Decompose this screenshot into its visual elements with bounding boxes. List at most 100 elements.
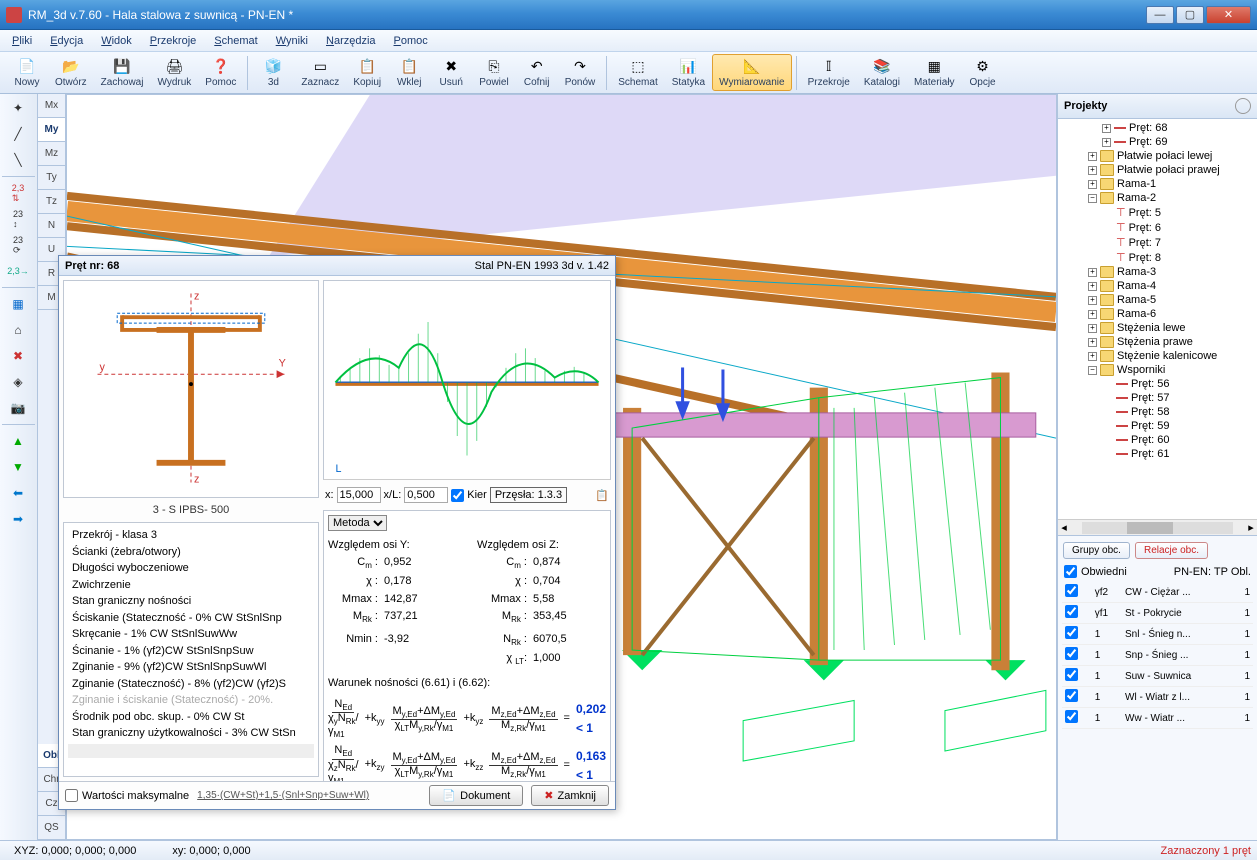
toolbar-zaznacz[interactable]: ▭Zaznacz bbox=[294, 54, 346, 91]
tree-item[interactable]: ⊤Pręt: 8 bbox=[1060, 250, 1255, 265]
toolbar-wydruk[interactable]: 🖨Wydruk bbox=[150, 54, 198, 91]
search-icon[interactable] bbox=[1235, 98, 1251, 114]
vtool-1[interactable]: ✦ bbox=[2, 96, 34, 120]
result-line[interactable]: Skręcanie - 1% CW StSnlSuwWw bbox=[68, 626, 314, 643]
tab-tz[interactable]: Tz bbox=[38, 190, 65, 214]
tree-item[interactable]: +Stężenia lewe bbox=[1060, 321, 1255, 335]
xl-input[interactable] bbox=[404, 487, 448, 503]
result-line[interactable]: Ścianki (żebra/otwory) bbox=[68, 544, 314, 561]
tree-item[interactable]: +Rama-5 bbox=[1060, 293, 1255, 307]
vtool-camera-icon[interactable]: 📷 bbox=[2, 396, 34, 420]
maximize-button[interactable]: ▢ bbox=[1176, 6, 1204, 24]
tab-n[interactable]: N bbox=[38, 214, 65, 238]
minimize-button[interactable]: — bbox=[1146, 6, 1174, 24]
toolbar-nowy[interactable]: 📄Nowy bbox=[6, 54, 48, 91]
toolbar-materiały[interactable]: ▦Materiały bbox=[907, 54, 962, 91]
toolbar-usuń[interactable]: ✖Usuń bbox=[430, 54, 472, 91]
menu-schemat[interactable]: Schemat bbox=[206, 32, 265, 50]
result-line[interactable]: Zginanie i ściskanie (Stateczność) - 20%… bbox=[68, 692, 314, 709]
tab-my[interactable]: My bbox=[38, 118, 65, 142]
load-group-row[interactable]: γf1St - Pokrycie1 bbox=[1062, 603, 1253, 624]
load-group-row[interactable]: 1Ww - Wiatr ...1 bbox=[1062, 708, 1253, 729]
vtool-iso-icon[interactable]: ⌂ bbox=[2, 318, 34, 342]
spans-label[interactable]: Przęsła: 1.3.3 bbox=[490, 487, 567, 503]
menu-narzędzia[interactable]: Narzędzia bbox=[318, 32, 384, 50]
toolbar-schemat[interactable]: ⬚Schemat bbox=[611, 54, 664, 91]
load-group-row[interactable]: 1Wl - Wiatr z l...1 bbox=[1062, 687, 1253, 708]
toolbar-opcje[interactable]: ⚙Opcje bbox=[962, 54, 1004, 91]
tree-item[interactable]: +Pręt: 68 bbox=[1060, 121, 1255, 135]
tab-mz[interactable]: Mz bbox=[38, 142, 65, 166]
load-group-row[interactable]: 1Snp - Śnieg ...1 bbox=[1062, 645, 1253, 666]
menu-edycja[interactable]: Edycja bbox=[42, 32, 91, 50]
toolbar-3d[interactable]: 🧊3d bbox=[252, 54, 294, 91]
vtool-scale-4[interactable]: 2,3→ bbox=[2, 259, 34, 283]
tree-item[interactable]: +Stężenie kalenicowe bbox=[1060, 349, 1255, 363]
vtool-down-icon[interactable]: ▼ bbox=[2, 455, 34, 479]
result-line[interactable]: Zginanie (Stateczność) - 8% (γf2)CW (γf2… bbox=[68, 676, 314, 693]
tree-item[interactable]: +Płatwie połaci prawej bbox=[1060, 163, 1255, 177]
tab-qs[interactable]: QS bbox=[38, 816, 65, 840]
tab-mx[interactable]: Mx bbox=[38, 94, 65, 118]
menu-widok[interactable]: Widok bbox=[93, 32, 140, 50]
result-line[interactable]: Ścinanie - 1% (γf2)CW StSnlSnpSuw bbox=[68, 643, 314, 660]
tree-item[interactable]: ⊤Pręt: 5 bbox=[1060, 205, 1255, 220]
tree-item[interactable]: −Wsporniki bbox=[1060, 363, 1255, 377]
tree-item[interactable]: Pręt: 60 bbox=[1060, 433, 1255, 447]
vtool-cross-icon[interactable]: ✖ bbox=[2, 344, 34, 368]
tree-hscroll[interactable]: ◂▸ bbox=[1058, 519, 1257, 535]
menu-wyniki[interactable]: Wyniki bbox=[268, 32, 316, 50]
tree-item[interactable]: Pręt: 59 bbox=[1060, 419, 1255, 433]
tree-item[interactable]: +Rama-3 bbox=[1060, 265, 1255, 279]
x-input[interactable] bbox=[337, 487, 381, 503]
tree-item[interactable]: Pręt: 58 bbox=[1060, 405, 1255, 419]
kier-checkbox[interactable] bbox=[451, 489, 464, 502]
results-hscroll[interactable] bbox=[68, 744, 314, 758]
result-line[interactable]: Środnik pod obc. skup. - 0% CW St bbox=[68, 709, 314, 726]
toolbar-katalogi[interactable]: 📚Katalogi bbox=[857, 54, 907, 91]
load-group-row[interactable]: 1Suw - Suwnica1 bbox=[1062, 666, 1253, 687]
toolbar-powiel[interactable]: ⎘Powiel bbox=[472, 54, 515, 91]
combination-expr[interactable]: 1,35·(CW+St)+1,5·(Snl+Snp+Suw+Wl) bbox=[197, 790, 369, 801]
vtool-fwd-icon[interactable]: ➡ bbox=[2, 507, 34, 531]
toolbar-otwórz[interactable]: 📂Otwórz bbox=[48, 54, 94, 91]
result-line[interactable]: Stan graniczny użytkowalności - 3% CW St… bbox=[68, 725, 314, 742]
tree-item[interactable]: ⊤Pręt: 7 bbox=[1060, 235, 1255, 250]
envelope-checkbox[interactable] bbox=[1064, 565, 1077, 578]
groups-button[interactable]: Grupy obc. bbox=[1063, 542, 1130, 559]
menu-pomoc[interactable]: Pomoc bbox=[386, 32, 436, 50]
close-button[interactable]: ✕ bbox=[1206, 6, 1251, 24]
toolbar-ponów[interactable]: ↷Ponów bbox=[558, 54, 603, 91]
result-line[interactable]: Przekrój - klasa 3 bbox=[68, 527, 314, 544]
vtool-3[interactable]: ╲ bbox=[2, 148, 34, 172]
tree-item[interactable]: ⊤Pręt: 6 bbox=[1060, 220, 1255, 235]
tab-ty[interactable]: Ty bbox=[38, 166, 65, 190]
tree-item[interactable]: +Rama-6 bbox=[1060, 307, 1255, 321]
result-line[interactable]: Stan graniczny nośności bbox=[68, 593, 314, 610]
menu-przekroje[interactable]: Przekroje bbox=[142, 32, 204, 50]
tree-item[interactable]: +Pręt: 69 bbox=[1060, 135, 1255, 149]
toolbar-cofnij[interactable]: ↶Cofnij bbox=[516, 54, 558, 91]
vtool-grid-icon[interactable]: ▦ bbox=[2, 292, 34, 316]
toolbar-przekroje[interactable]: 𝕀Przekroje bbox=[801, 54, 857, 91]
vtool-scale-1[interactable]: 2,3⇅ bbox=[2, 181, 34, 205]
toolbar-wymiarowanie[interactable]: 📐Wymiarowanie bbox=[712, 54, 791, 91]
toolbar-statyka[interactable]: 📊Statyka bbox=[665, 54, 712, 91]
diagram-copy-icon[interactable]: 📋 bbox=[595, 489, 609, 502]
results-tree[interactable]: Przekrój - klasa 3Ścianki (żebra/otwory)… bbox=[63, 522, 319, 777]
tree-item[interactable]: +Stężenia prawe bbox=[1060, 335, 1255, 349]
toolbar-wklej[interactable]: 📋Wklej bbox=[388, 54, 430, 91]
vtool-scale-3[interactable]: 23⟳ bbox=[2, 233, 34, 257]
result-line[interactable]: Zginanie - 9% (γf2)CW StSnlSnpSuwWl bbox=[68, 659, 314, 676]
vtool-2[interactable]: ╱ bbox=[2, 122, 34, 146]
tree-item[interactable]: +Rama-4 bbox=[1060, 279, 1255, 293]
tree-item[interactable]: +Płatwie połaci lewej bbox=[1060, 149, 1255, 163]
load-group-row[interactable]: γf2CW - Ciężar ...1 bbox=[1062, 582, 1253, 603]
result-line[interactable]: Zwichrzenie bbox=[68, 577, 314, 594]
menu-pliki[interactable]: Pliki bbox=[4, 32, 40, 50]
toolbar-pomoc[interactable]: ❓Pomoc bbox=[198, 54, 243, 91]
result-line[interactable]: Ściskanie (Stateczność - 0% CW StSnlSnp bbox=[68, 610, 314, 627]
relations-button[interactable]: Relacje obc. bbox=[1135, 542, 1208, 559]
vtool-target-icon[interactable]: ◈ bbox=[2, 370, 34, 394]
close-dialog-button[interactable]: ✖ Zamknij bbox=[531, 785, 609, 806]
